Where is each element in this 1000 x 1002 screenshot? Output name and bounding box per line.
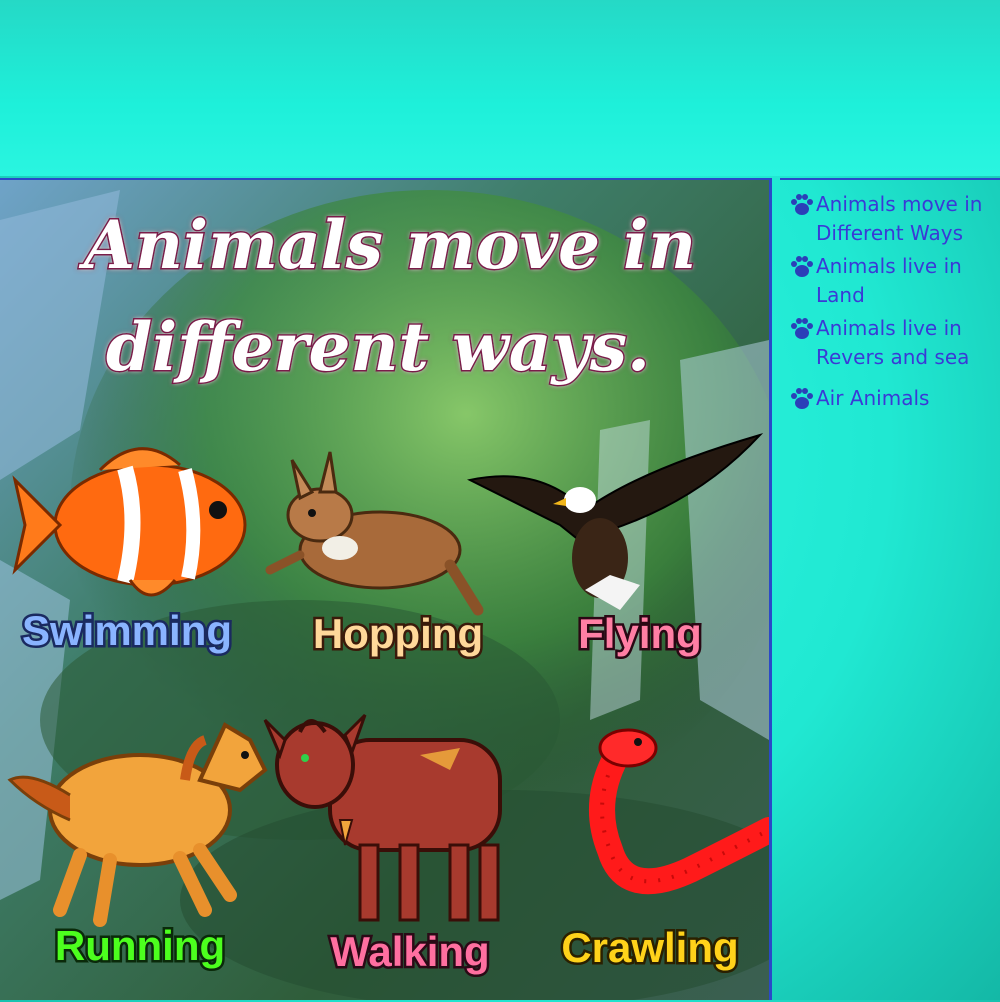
nav-link-line2: Land: [816, 283, 865, 307]
nav-link-line1: Animals move in: [816, 192, 983, 216]
nav-link-animals-move[interactable]: Animals move in Different Ways: [788, 190, 1000, 248]
paw-icon: [791, 256, 813, 277]
page-title-line2: different ways.: [106, 308, 650, 386]
content-frame: Animals move in different ways. Swimming…: [0, 178, 772, 1000]
main-illustration: Animals move in different ways. Swimming…: [0, 180, 769, 1000]
sidebar-nav: Animals move in Different Ways Animals li…: [780, 178, 1000, 1002]
movement-label-crawling: Crawling: [561, 924, 738, 971]
paw-icon: [791, 318, 813, 339]
nav-link-line1: Animals live in: [816, 254, 962, 278]
nav-link-line2: Revers and sea: [816, 345, 970, 369]
paw-icon: [791, 194, 813, 215]
nav-link-line1: Animals live in: [816, 316, 962, 340]
nav-link-air-animals[interactable]: Air Animals: [788, 384, 1000, 413]
paw-icon: [791, 388, 813, 409]
movement-label-walking: Walking: [330, 928, 489, 975]
header-banner: [0, 0, 1000, 176]
movement-label-hopping: Hopping: [313, 610, 483, 657]
nav-link-line2: Different Ways: [816, 221, 964, 245]
nav-link-animals-rivers-sea[interactable]: Animals live in Revers and sea: [788, 314, 1000, 372]
nav-link-line1: Air Animals: [816, 386, 930, 410]
movement-label-running: Running: [55, 922, 225, 969]
nav-link-animals-land[interactable]: Animals live in Land: [788, 252, 1000, 310]
page-title-line1: Animals move in: [78, 206, 696, 284]
movement-label-flying: Flying: [578, 610, 702, 657]
movement-label-swimming: Swimming: [22, 607, 232, 654]
